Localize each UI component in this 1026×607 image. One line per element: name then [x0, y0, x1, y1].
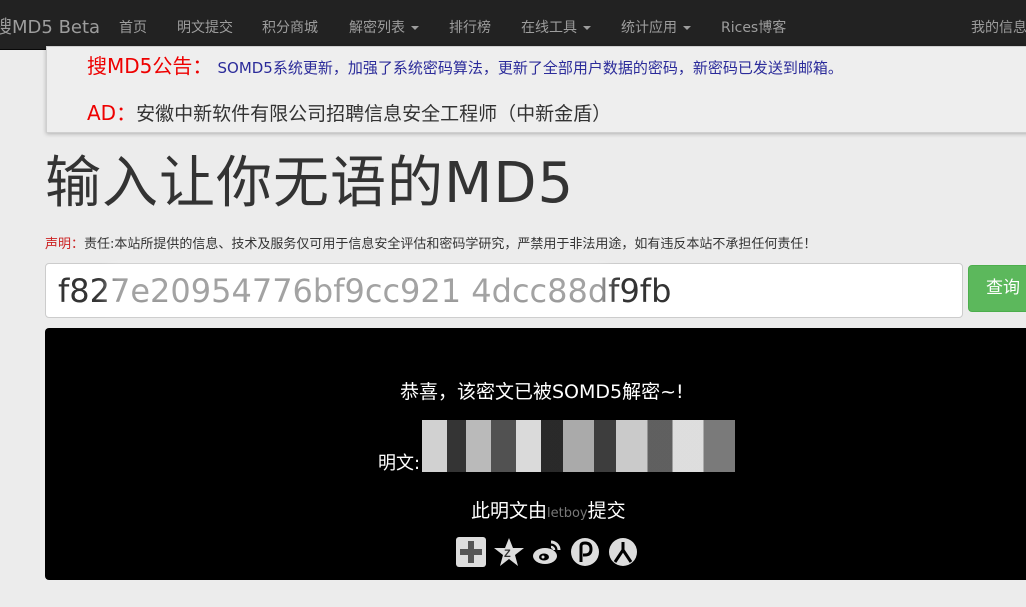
chevron-down-icon — [411, 26, 419, 30]
nav-my-info[interactable]: 我的信息 — [971, 17, 1026, 37]
svg-text:Z: Z — [504, 548, 511, 560]
ad-text[interactable]: 安徽中新软件有限公司招聘信息安全工程师（中新金盾） — [136, 103, 611, 125]
page-title: 输入让你无语的MD5 — [45, 151, 575, 216]
nav-rices-blog-label: Rices博客 — [721, 20, 787, 36]
nav-submit-plaintext[interactable]: 明文提交 — [177, 17, 233, 37]
brand-logo[interactable]: 搜MD5 Beta — [0, 13, 100, 39]
ad-line: AD：安徽中新软件有限公司招聘信息安全工程师（中新金盾） — [87, 97, 611, 126]
chevron-down-icon — [683, 26, 691, 30]
top-navbar: 搜MD5 Beta 首页 明文提交 积分商城 解密列表 排行榜 在线工具 统计应… — [0, 0, 1026, 50]
nav-stats-apps[interactable]: 统计应用 — [621, 17, 691, 37]
announcement-title: 搜MD5公告： — [87, 54, 213, 78]
submitter-username[interactable]: letboy — [547, 506, 588, 521]
nav-ranking-label: 排行榜 — [449, 20, 491, 36]
share-icons: Z — [455, 536, 639, 570]
result-panel: 恭喜，该密文已被SOMD5解密~! 明文: 此明文由letboy提交 Z — [45, 328, 1026, 580]
success-message: 恭喜，该密文已被SOMD5解密~! — [400, 381, 684, 403]
md5-hash-input[interactable] — [45, 263, 963, 318]
nav-points-mall[interactable]: 积分商城 — [262, 17, 318, 37]
qzone-icon[interactable]: Z — [493, 536, 525, 568]
announcement-text: SOMD5系统更新，加强了系统密码算法，更新了全部用户数据的密码，新密码已发送到… — [217, 59, 843, 77]
chevron-down-icon — [583, 26, 591, 30]
disclaimer-text: 责任:本站所提供的信息、技术及服务仅可用于信息安全评估和密码学研究，严禁用于非法… — [84, 237, 817, 252]
pengyou-icon[interactable] — [569, 536, 601, 568]
nav-online-tools-label: 在线工具 — [521, 20, 577, 36]
nav-rices-blog[interactable]: Rices博客 — [721, 17, 786, 37]
plaintext-label: 明文: — [378, 453, 421, 474]
nav-home-label: 首页 — [119, 20, 147, 36]
query-button[interactable]: 查询 — [968, 265, 1026, 312]
announcement-line: 搜MD5公告： SOMD5系统更新，加强了系统密码算法，更新了全部用户数据的密码… — [87, 50, 843, 79]
nav-home[interactable]: 首页 — [119, 17, 147, 37]
submitter-suffix: 提交 — [587, 500, 626, 522]
nav-ranking[interactable]: 排行榜 — [449, 17, 491, 37]
disclaimer: 声明：责任:本站所提供的信息、技术及服务仅可用于信息安全评估和密码学研究，严禁用… — [45, 233, 816, 252]
nav-points-mall-label: 积分商城 — [262, 20, 318, 36]
weibo-icon[interactable] — [531, 536, 563, 568]
plaintext-redacted-value — [422, 420, 735, 472]
submitter-prefix: 此明文由 — [471, 500, 548, 522]
renren-icon[interactable] — [607, 536, 639, 568]
nav-decrypt-list-label: 解密列表 — [349, 20, 405, 36]
disclaimer-label: 声明： — [45, 237, 85, 252]
ad-label: AD： — [87, 101, 137, 125]
announcement-box: 搜MD5公告： SOMD5系统更新，加强了系统密码算法，更新了全部用户数据的密码… — [46, 46, 1026, 133]
nav-online-tools[interactable]: 在线工具 — [521, 17, 591, 37]
nav-stats-apps-label: 统计应用 — [621, 20, 677, 36]
add-icon[interactable] — [455, 536, 487, 568]
nav-submit-plaintext-label: 明文提交 — [177, 20, 233, 36]
nav-decrypt-list[interactable]: 解密列表 — [349, 17, 419, 37]
submitter-line: 此明文由letboy提交 — [471, 496, 626, 523]
